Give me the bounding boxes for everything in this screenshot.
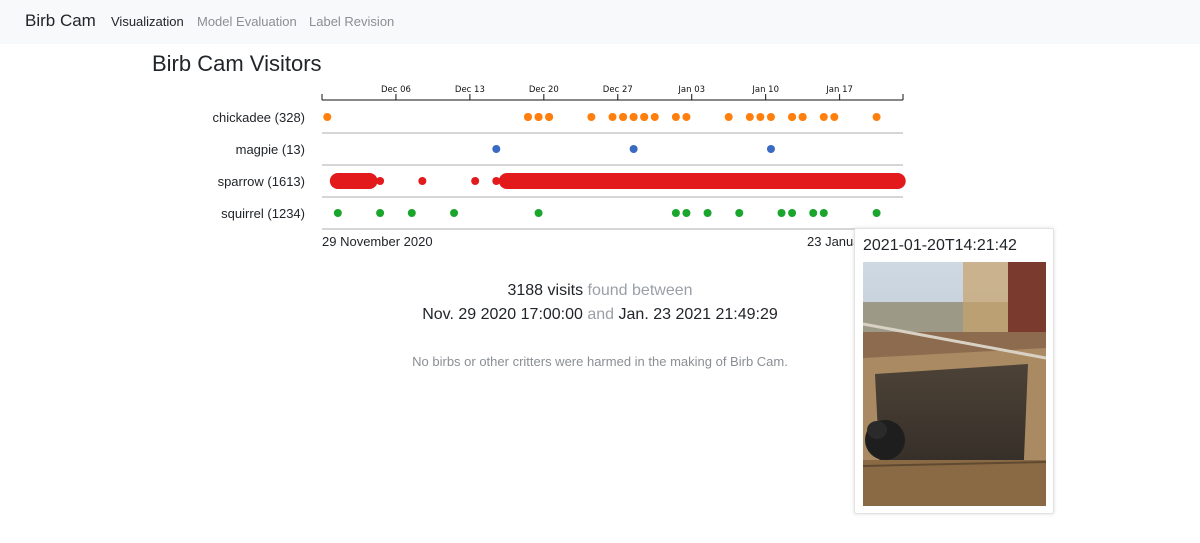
row-label: chickadee (328) — [213, 110, 306, 125]
visit-point[interactable] — [492, 177, 501, 185]
visit-point[interactable] — [788, 113, 797, 121]
visit-point[interactable] — [629, 145, 638, 153]
visit-point[interactable] — [893, 177, 902, 185]
visit-point[interactable] — [650, 113, 659, 121]
axis-tick-label: Dec 13 — [455, 85, 485, 95]
timeline-start-label: 29 November 2020 — [322, 234, 433, 249]
visit-point[interactable] — [671, 209, 680, 217]
visit-point[interactable] — [608, 113, 617, 121]
visit-point[interactable] — [788, 209, 797, 217]
visit-point[interactable] — [376, 177, 385, 185]
visit-point[interactable] — [534, 209, 543, 217]
visit-point[interactable] — [682, 209, 691, 217]
visit-point[interactable] — [640, 113, 649, 121]
visit-count: 3188 visits — [507, 282, 584, 299]
visit-point[interactable] — [333, 209, 342, 217]
visit-point[interactable] — [724, 113, 733, 121]
visit-point[interactable] — [492, 145, 501, 153]
visit-point[interactable] — [788, 177, 797, 185]
timeline-rows: chickadee (328) magpie (13) sparrow (1613)… — [213, 110, 906, 230]
visit-point[interactable] — [587, 113, 596, 121]
timeline-row-squirrel: squirrel (1234) — [221, 206, 903, 230]
axis-tick-label: Jan 17 — [825, 85, 853, 95]
visit-point[interactable] — [735, 209, 744, 217]
axis-tick-label: Jan 03 — [677, 85, 705, 95]
timeline-axis: Dec 06 Dec 13 Dec 20 Dec 27 Jan 03 Jan 10 Jan … — [321, 85, 904, 101]
visitor-timeline-chart: Dec 06 Dec 13 Dec 20 Dec 27 Jan 03 Jan 10 Jan … — [213, 85, 906, 249]
visit-point[interactable] — [819, 113, 828, 121]
axis-tick-label: Dec 27 — [603, 85, 633, 95]
visit-point[interactable] — [545, 177, 554, 185]
visit-point[interactable] — [682, 113, 691, 121]
visit-point[interactable] — [703, 209, 712, 217]
tooltip-timestamp: 2021-01-20T14:21:42 — [863, 237, 1017, 254]
timeline-row-sparrow: sparrow (1613) — [218, 173, 906, 198]
visit-point[interactable] — [766, 113, 775, 121]
visit-point[interactable] — [766, 145, 775, 153]
visit-point[interactable] — [872, 113, 881, 121]
snapshot-tooltip: 2021-01-20T14:21:42 — [854, 228, 1054, 514]
visit-point[interactable] — [471, 177, 480, 185]
range-start: Nov. 29 2020 17:00:00 — [422, 306, 583, 323]
range-end: Jan. 23 2021 21:49:29 — [618, 306, 778, 323]
dense-visit-cluster[interactable] — [583, 173, 906, 189]
visit-point[interactable] — [745, 177, 754, 185]
row-label: sparrow (1613) — [218, 174, 305, 189]
visit-point[interactable] — [619, 113, 628, 121]
range-and-text: and — [587, 306, 615, 323]
timeline-row-magpie: magpie (13) — [236, 142, 903, 166]
visit-point[interactable] — [365, 177, 374, 185]
visit-point[interactable] — [545, 113, 554, 121]
visit-point[interactable] — [534, 113, 543, 121]
axis-tick-label: Dec 06 — [381, 85, 411, 95]
visit-point[interactable] — [830, 113, 839, 121]
visit-point[interactable] — [703, 177, 712, 185]
visit-point[interactable] — [819, 209, 828, 217]
visit-point[interactable] — [798, 113, 807, 121]
visit-point[interactable] — [872, 177, 881, 185]
visit-point[interactable] — [756, 113, 765, 121]
visit-point[interactable] — [523, 113, 532, 121]
found-between-text: found between — [587, 282, 693, 299]
visit-point[interactable] — [650, 177, 659, 185]
birdcam-snapshot-image — [863, 262, 1046, 506]
visit-point[interactable] — [809, 209, 818, 217]
visit-point[interactable] — [777, 209, 786, 217]
axis-tick-label: Dec 20 — [529, 85, 559, 95]
visit-point[interactable] — [418, 177, 427, 185]
axis-tick-label: Jan 10 — [751, 85, 779, 95]
visit-point[interactable] — [407, 209, 416, 217]
visit-point[interactable] — [323, 113, 332, 121]
timeline-row-chickadee: chickadee (328) — [213, 110, 903, 134]
visit-point[interactable] — [629, 113, 638, 121]
visit-point[interactable] — [513, 177, 522, 185]
visit-point[interactable] — [830, 177, 839, 185]
visit-point[interactable] — [587, 177, 596, 185]
visit-point[interactable] — [576, 177, 585, 185]
visit-point[interactable] — [344, 177, 353, 185]
visit-point[interactable] — [745, 113, 754, 121]
row-label: squirrel (1234) — [221, 206, 305, 221]
visit-point[interactable] — [376, 209, 385, 217]
visit-point[interactable] — [608, 177, 617, 185]
visit-point[interactable] — [872, 209, 881, 217]
row-label: magpie (13) — [236, 142, 305, 157]
visit-point[interactable] — [450, 209, 459, 217]
visit-point[interactable] — [671, 113, 680, 121]
